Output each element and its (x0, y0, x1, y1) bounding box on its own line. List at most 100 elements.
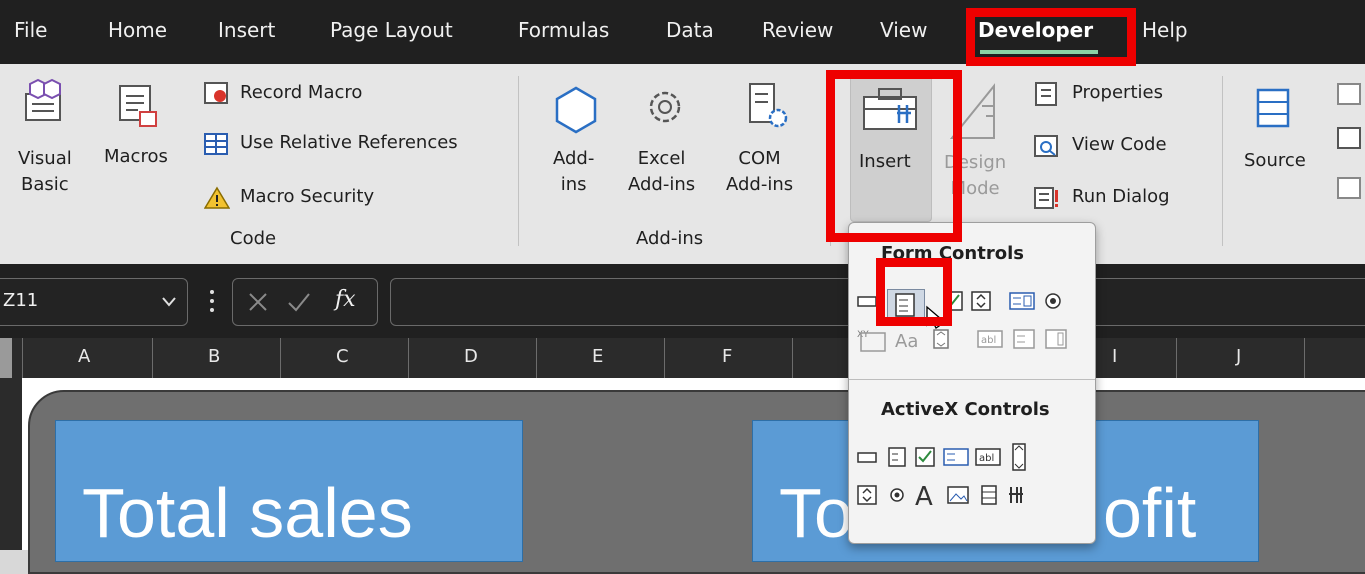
com-add-ins-button[interactable]: COM Add-ins (726, 78, 816, 218)
column-header-j[interactable]: J (1236, 346, 1241, 367)
tab-view[interactable]: View (880, 18, 927, 42)
group-separator (518, 76, 519, 246)
vertical-ellipsis-icon[interactable] (208, 288, 216, 314)
insert-function-button[interactable]: fx (335, 287, 356, 312)
activex-option-button-icon[interactable] (887, 485, 907, 505)
com-add-ins-icon (749, 83, 788, 128)
select-all-corner[interactable] (0, 338, 12, 378)
column-header-b[interactable]: B (208, 346, 220, 367)
tab-help[interactable]: Help (1142, 18, 1188, 42)
record-macro-button[interactable]: Record Macro (200, 80, 400, 110)
developer-tab-highlight (966, 8, 1136, 66)
add-ins-label: Add- ins (553, 148, 595, 195)
group-box-control-icon[interactable]: XY (857, 327, 887, 353)
activex-label-icon[interactable]: A (913, 481, 939, 509)
source-button[interactable]: Source (1240, 78, 1330, 188)
code-group-label: Code (230, 228, 277, 249)
excel-add-ins-label: Excel Add-ins (628, 148, 696, 195)
activex-checkbox-icon[interactable] (915, 447, 935, 467)
activex-controls-title: ActiveX Controls (881, 399, 1050, 420)
macro-security-button[interactable]: Macro Security (200, 184, 420, 214)
activex-image-icon[interactable] (947, 485, 971, 505)
activex-toggle-button-icon[interactable] (979, 485, 999, 505)
use-relative-references-button[interactable]: Use Relative References (200, 130, 500, 160)
macros-label: Macros (104, 146, 168, 167)
total-sales-tile[interactable]: Total sales (55, 420, 523, 562)
view-code-button[interactable]: View Code (1030, 132, 1210, 162)
column-header-a[interactable]: A (78, 346, 90, 367)
tab-home[interactable]: Home (108, 18, 167, 42)
name-box[interactable]: Z11 (0, 278, 188, 326)
group-separator (1222, 76, 1223, 246)
run-dialog-icon (1034, 187, 1058, 209)
combo-list-edit-control-icon[interactable] (1013, 329, 1037, 349)
spin-button-control-icon[interactable] (971, 291, 991, 311)
name-box-value: Z11 (3, 290, 39, 311)
tab-insert[interactable]: Insert (218, 18, 275, 42)
svg-text:abl: abl (981, 335, 996, 346)
record-macro-label: Record Macro (240, 82, 363, 103)
dropdown-divider (849, 379, 1095, 380)
option-button-control-icon[interactable] (1043, 291, 1063, 311)
com-add-ins-label: COM Add-ins (726, 148, 794, 195)
column-header-c[interactable]: C (336, 346, 349, 367)
insert-button-highlight (826, 70, 962, 242)
total-profit-text-right: ofit (1103, 474, 1197, 552)
svg-text:Aa: Aa (895, 331, 918, 351)
tab-page-layout[interactable]: Page Layout (330, 18, 453, 42)
text-field-control-icon[interactable]: abl (977, 329, 1005, 349)
list-box-control-icon[interactable] (1009, 291, 1035, 311)
activex-combo-box-icon[interactable] (887, 447, 907, 467)
column-header-e[interactable]: E (592, 346, 603, 367)
more-controls-icon[interactable] (1007, 485, 1029, 505)
macro-security-label: Macro Security (240, 186, 375, 207)
tab-review[interactable]: Review (762, 18, 833, 42)
row-header-column (0, 378, 22, 550)
ribbon-tab-bar: File Home Insert Page Layout Formulas Da… (0, 0, 1365, 64)
source-label: Source (1244, 150, 1306, 171)
tab-formulas[interactable]: Formulas (518, 18, 609, 42)
run-dialog-button[interactable]: Run Dialog (1030, 184, 1210, 214)
combo-drop-down-edit-control-icon[interactable] (1045, 329, 1069, 349)
total-profit-text-left: To (779, 474, 853, 552)
use-relative-references-label: Use Relative References (240, 132, 458, 153)
add-ins-group-label: Add-ins (636, 228, 704, 249)
column-header-f[interactable]: F (722, 346, 732, 367)
activex-scroll-bar-icon[interactable] (1009, 443, 1029, 471)
xml-map-icons (1337, 83, 1361, 199)
macros-button[interactable]: Macros (100, 78, 184, 178)
properties-icon (1035, 82, 1057, 106)
tab-file[interactable]: File (14, 18, 47, 42)
chevron-down-icon[interactable] (161, 295, 177, 309)
total-sales-text: Total sales (82, 474, 413, 552)
button-control-icon[interactable] (857, 291, 877, 311)
tab-data[interactable]: Data (666, 18, 714, 42)
scroll-bar-control-icon[interactable] (931, 329, 951, 349)
properties-button[interactable]: Properties (1030, 80, 1210, 110)
svg-text:A: A (915, 482, 933, 509)
visual-basic-label: Visual Basic (18, 148, 72, 195)
activex-list-box-icon[interactable] (943, 447, 969, 467)
add-ins-button[interactable]: Add- ins (545, 78, 615, 218)
visual-basic-icon (25, 78, 61, 121)
view-code-label: View Code (1072, 134, 1167, 155)
properties-label: Properties (1072, 82, 1163, 103)
activex-spin-button-icon[interactable] (857, 485, 877, 505)
add-ins-icon (555, 86, 597, 134)
view-code-icon (1034, 135, 1058, 157)
activex-text-box-icon[interactable]: abl (975, 447, 1001, 467)
svg-text:abl: abl (979, 453, 994, 464)
source-icon (1256, 88, 1290, 128)
warning-icon (204, 186, 230, 209)
cancel-x-icon[interactable] (247, 291, 269, 313)
gear-icon (649, 91, 681, 123)
visual-basic-button[interactable]: Visual Basic (14, 78, 74, 208)
combo-box-highlight (876, 258, 952, 326)
column-header-i[interactable]: I (1112, 346, 1117, 367)
relative-references-icon (204, 133, 228, 155)
enter-check-icon[interactable] (287, 291, 311, 313)
activex-command-button-icon[interactable] (857, 447, 877, 467)
label-control-icon[interactable]: Aa (893, 327, 927, 351)
column-header-d[interactable]: D (464, 346, 478, 367)
excel-add-ins-button[interactable]: Excel Add-ins (628, 78, 718, 218)
